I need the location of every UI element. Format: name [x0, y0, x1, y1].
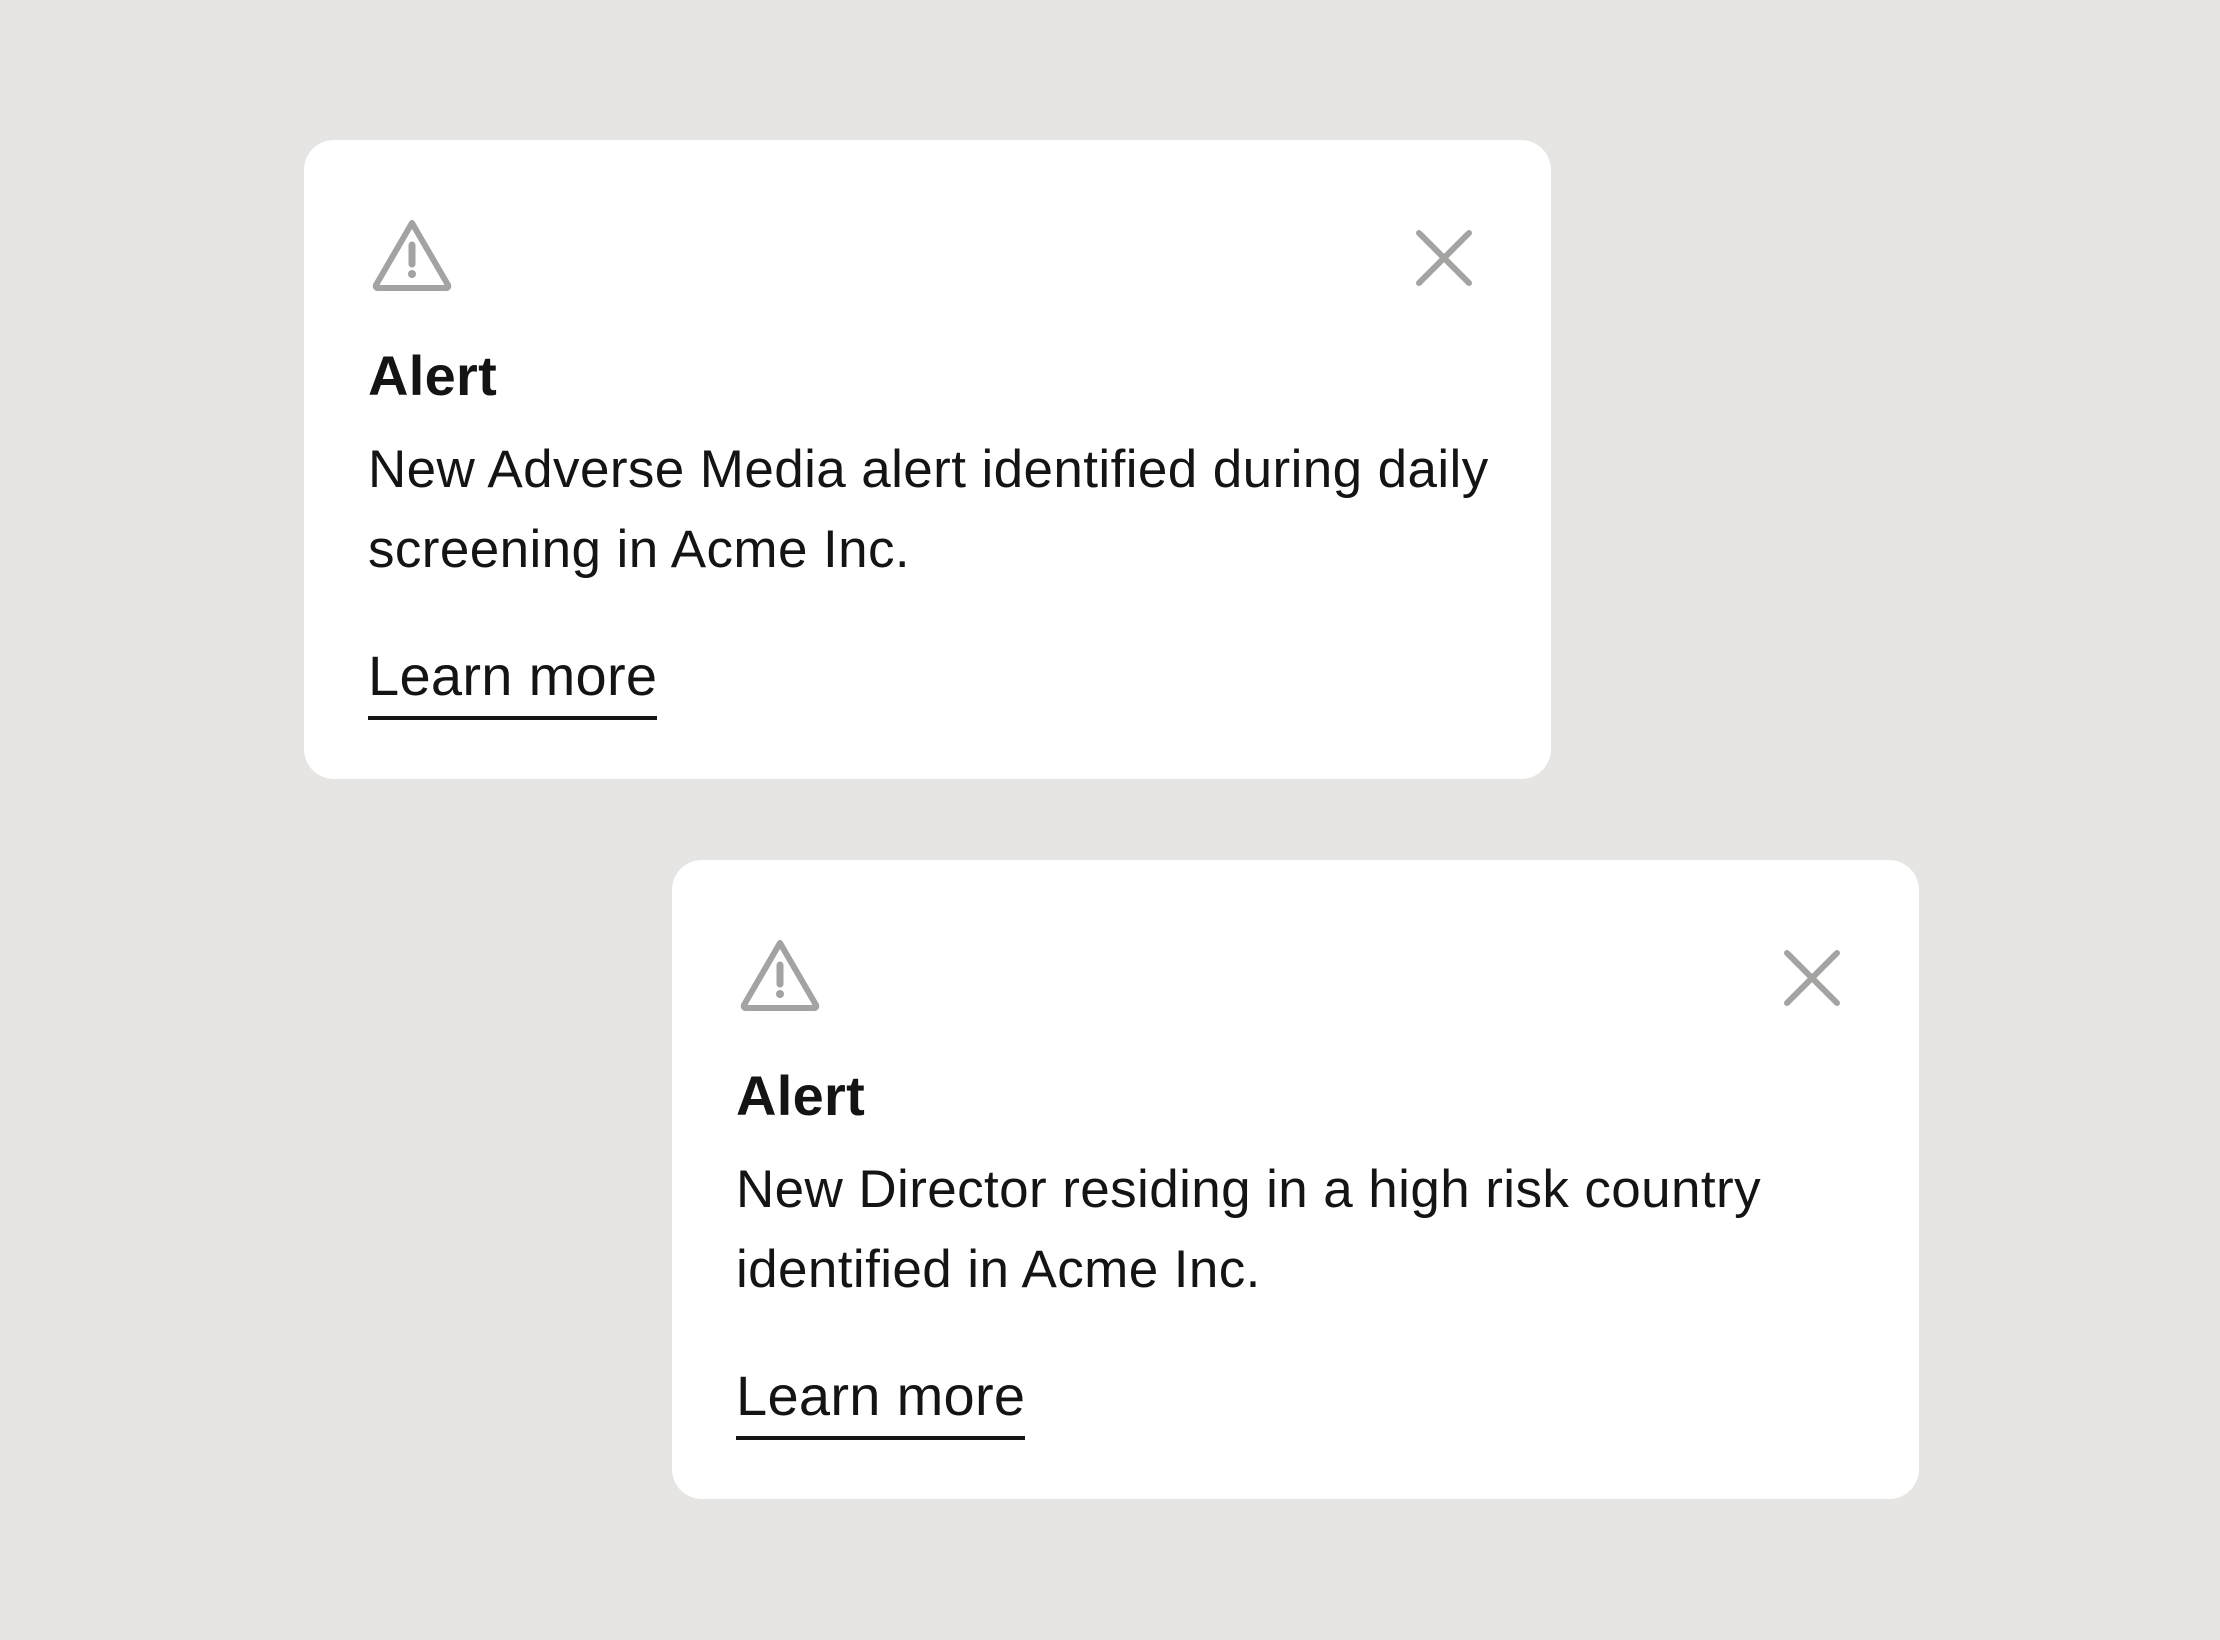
close-button[interactable]: [1404, 218, 1484, 298]
alert-message: New Director residing in a high risk cou…: [736, 1160, 1761, 1299]
alert-card: Alert New Director residing in a high ri…: [672, 860, 1919, 1499]
alert-card: Alert New Adverse Media alert identified…: [304, 140, 1551, 779]
learn-more-link[interactable]: Learn more: [368, 636, 658, 720]
alert-title: Alert: [368, 344, 498, 407]
alert-message: New Adverse Media alert identified durin…: [368, 440, 1489, 579]
warning-triangle-icon: [740, 939, 820, 1011]
alert-title: Alert: [736, 1064, 866, 1127]
close-icon: [1772, 938, 1852, 1018]
close-icon: [1404, 218, 1484, 298]
warning-triangle-icon: [372, 219, 452, 291]
learn-more-link[interactable]: Learn more: [736, 1356, 1026, 1440]
close-button[interactable]: [1772, 938, 1852, 1018]
